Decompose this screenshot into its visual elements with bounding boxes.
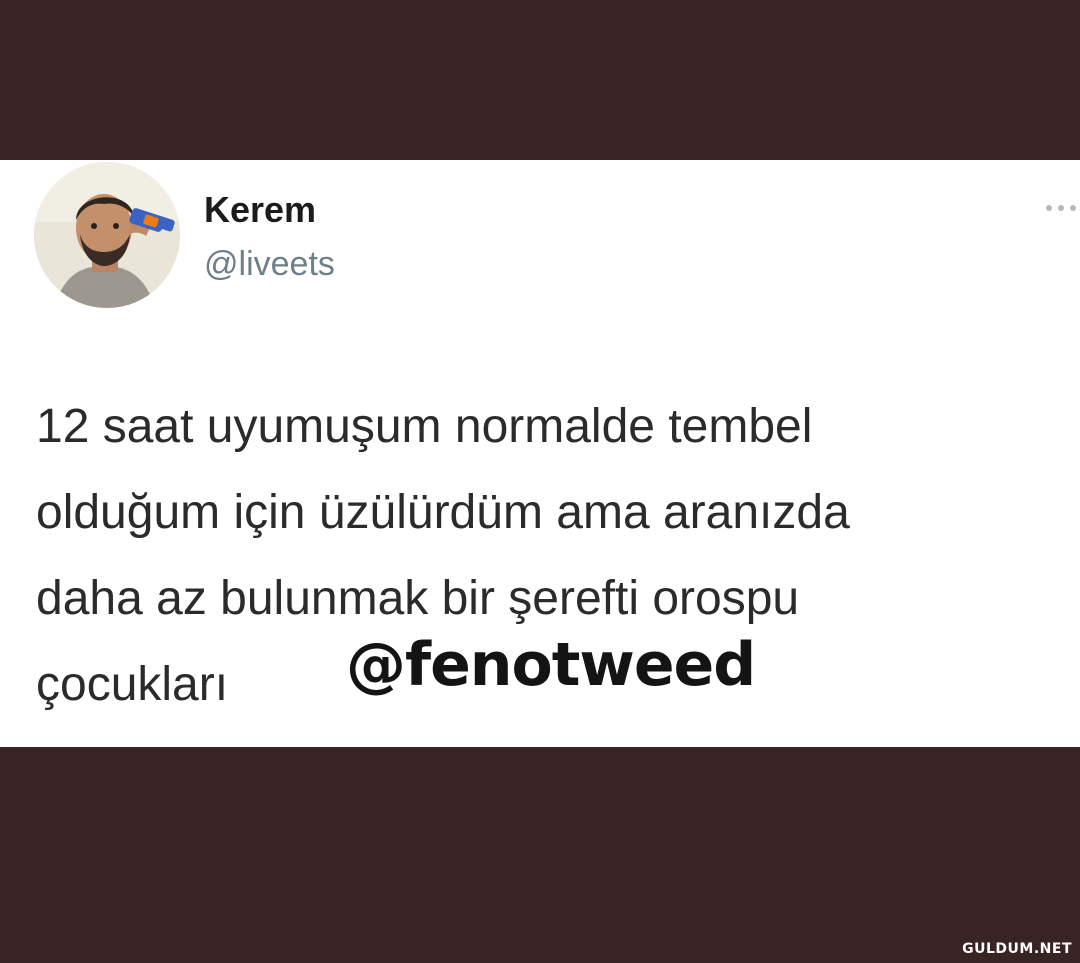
- tweet-card: Kerem @liveets 12 saat uyumuşum normalde…: [0, 160, 1080, 747]
- tweet-text-line: olduğum için üzülürdüm ama aranızda: [36, 486, 850, 539]
- account-tag-overlay: @fenotweed: [346, 630, 756, 700]
- site-watermark: GULDUM.NET: [962, 941, 1072, 957]
- user-handle[interactable]: @liveets: [204, 244, 335, 284]
- avatar[interactable]: [34, 162, 180, 308]
- tweet-text-line: 12 saat uyumuşum normalde tembel: [36, 400, 813, 453]
- display-name[interactable]: Kerem: [204, 190, 316, 230]
- more-dots-icon[interactable]: [1046, 200, 1080, 216]
- profile-photo-image: [34, 162, 180, 308]
